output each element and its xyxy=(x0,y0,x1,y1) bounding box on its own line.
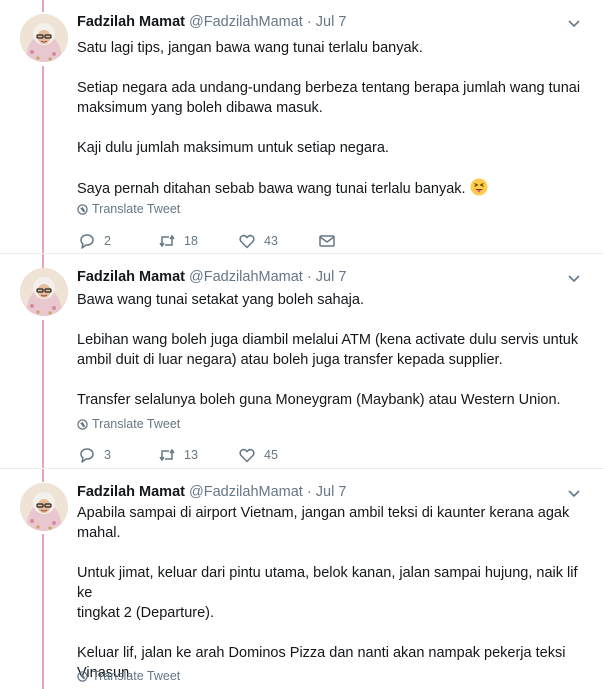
tweet[interactable]: Fadzilah Mamat @FadzilahMamat · Jul 7 Sa… xyxy=(0,0,603,254)
retweet-count: 13 xyxy=(184,448,198,462)
timestamp[interactable]: Jul 7 xyxy=(316,269,347,285)
tweet-text: Bawa wang tunai setakat yang boleh sahaj… xyxy=(77,290,587,410)
user-handle[interactable]: @FadzilahMamat xyxy=(189,14,303,30)
tweet-line: Kaji dulu jumlah maksimum untuk setiap n… xyxy=(77,140,389,156)
translate-label[interactable]: Translate Tweet xyxy=(92,669,180,683)
tweet-line: Satu lagi tips, jangan bawa wang tunai t… xyxy=(77,40,423,56)
tweet-actions: 3 13 45 xyxy=(78,446,318,464)
tweet-line xyxy=(77,370,587,390)
globe-icon xyxy=(77,418,88,430)
tweet-line: tingkat 2 (Departure). xyxy=(77,605,215,621)
separator-dot: · xyxy=(306,484,312,500)
tweet-line: Bawa wang tunai setakat yang boleh sahaj… xyxy=(77,292,364,308)
tweet-line xyxy=(77,58,587,78)
like-button[interactable]: 43 xyxy=(238,232,318,250)
tweet-line xyxy=(77,310,587,330)
tweet-line xyxy=(77,543,587,563)
reply-icon xyxy=(80,234,94,249)
chevron-down-icon[interactable] xyxy=(567,271,581,285)
avatar[interactable] xyxy=(20,268,68,316)
tweet-header: Fadzilah Mamat @FadzilahMamat · Jul 7 xyxy=(77,13,346,32)
retweet-button[interactable]: 13 xyxy=(158,446,238,464)
tweet-text: Satu lagi tips, jangan bawa wang tunai t… xyxy=(77,38,587,199)
translate-tweet-link[interactable]: Translate Tweet xyxy=(77,202,180,216)
translate-tweet-link[interactable]: Translate Tweet xyxy=(77,669,180,683)
reply-icon xyxy=(80,448,94,463)
tweet-line: mahal. xyxy=(77,525,121,541)
tweet-text: Apabila sampai di airport Vietnam, janga… xyxy=(77,503,587,683)
tweet-line xyxy=(77,623,587,643)
translate-label[interactable]: Translate Tweet xyxy=(92,202,180,216)
translate-tweet-link[interactable]: Translate Tweet xyxy=(77,417,180,431)
display-name[interactable]: Fadzilah Mamat xyxy=(77,269,185,285)
tweet-line xyxy=(77,158,587,178)
retweet-count: 18 xyxy=(184,234,198,248)
separator-dot: · xyxy=(306,269,312,285)
envelope-icon xyxy=(319,235,335,247)
reply-button[interactable]: 3 xyxy=(78,446,158,464)
tweet[interactable]: Fadzilah Mamat @FadzilahMamat · Jul 7 Ba… xyxy=(0,255,603,469)
like-count: 43 xyxy=(264,234,278,248)
tweet-line: Setiap negara ada undang-undang berbeza … xyxy=(77,80,581,96)
retweet-icon xyxy=(159,448,175,462)
reply-count: 3 xyxy=(104,448,111,462)
tweet-line: Keluar lif, jalan ke arah Dominos Pizza … xyxy=(77,645,566,661)
display-name[interactable]: Fadzilah Mamat xyxy=(77,484,185,500)
heart-icon xyxy=(239,448,255,463)
separator-dot: · xyxy=(306,14,312,30)
user-handle[interactable]: @FadzilahMamat xyxy=(189,484,303,500)
reply-button[interactable]: 2 xyxy=(78,232,158,250)
tweet[interactable]: Fadzilah Mamat @FadzilahMamat · Jul 7 Ap… xyxy=(0,470,603,689)
retweet-icon xyxy=(159,234,175,248)
tweet-line: maksimum yang boleh dibawa masuk. xyxy=(77,100,323,116)
tweet-line: ambil duit di luar negara) atau boleh ju… xyxy=(77,352,503,368)
chevron-down-icon[interactable] xyxy=(567,16,581,30)
tweet-line: Transfer selalunya boleh guna Moneygram … xyxy=(77,392,561,408)
tweet-line: Lebihan wang boleh juga diambil melalui … xyxy=(77,332,579,348)
tweet-line: Untuk jimat, keluar dari pintu utama, be… xyxy=(77,565,578,601)
avatar[interactable] xyxy=(20,14,68,62)
like-button[interactable]: 45 xyxy=(238,446,318,464)
direct-message-button[interactable] xyxy=(318,232,336,250)
like-count: 45 xyxy=(264,448,278,462)
timestamp[interactable]: Jul 7 xyxy=(316,14,347,30)
display-name[interactable]: Fadzilah Mamat xyxy=(77,14,185,30)
user-handle[interactable]: @FadzilahMamat xyxy=(189,269,303,285)
squinting-face-with-tongue-icon xyxy=(470,178,488,196)
timestamp[interactable]: Jul 7 xyxy=(316,484,347,500)
tweet-header: Fadzilah Mamat @FadzilahMamat · Jul 7 xyxy=(77,268,346,287)
heart-icon xyxy=(239,234,255,249)
tweet-line xyxy=(77,118,587,138)
retweet-button[interactable]: 18 xyxy=(158,232,238,250)
tweet-header: Fadzilah Mamat @FadzilahMamat · Jul 7 xyxy=(77,483,346,502)
globe-icon xyxy=(77,203,88,215)
reply-count: 2 xyxy=(104,234,111,248)
avatar[interactable] xyxy=(20,483,68,531)
chevron-down-icon[interactable] xyxy=(567,486,581,500)
tweet-line: Saya pernah ditahan sebab bawa wang tuna… xyxy=(77,178,587,199)
translate-label[interactable]: Translate Tweet xyxy=(92,417,180,431)
globe-icon xyxy=(77,670,88,682)
tweet-actions: 2 18 43 xyxy=(78,232,336,250)
tweet-line: Apabila sampai di airport Vietnam, janga… xyxy=(77,505,570,521)
